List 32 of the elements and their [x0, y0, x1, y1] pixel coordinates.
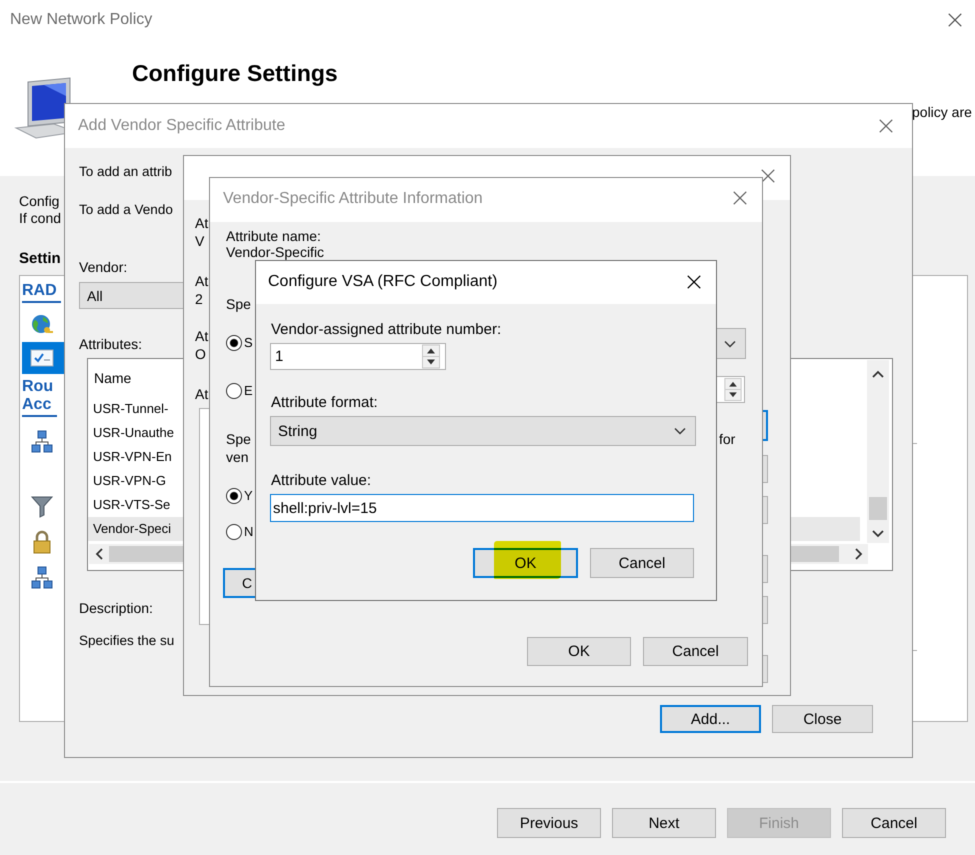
field-label: ven	[226, 448, 249, 466]
radio-label: S	[244, 334, 253, 352]
field-label: Attribute name:	[226, 228, 321, 244]
page-heading: Configure Settings	[132, 59, 338, 87]
radio-label: N	[244, 523, 254, 541]
description-text: policy are	[912, 103, 972, 121]
radio-label: E	[244, 382, 253, 400]
field-label: At	[195, 385, 208, 403]
intro-text: If cond	[19, 209, 62, 227]
field-label: Vendor:	[79, 258, 128, 276]
dialog-title: Add Vendor Specific Attribute	[78, 117, 286, 135]
field-label: Vendor-assigned attribute number:	[271, 321, 502, 339]
intro-text: Config	[19, 192, 60, 210]
field-label: for	[719, 430, 736, 448]
description-text: Specifies the su	[79, 632, 174, 650]
field-label: Spe	[226, 430, 251, 448]
window-title: New Network Policy	[10, 11, 152, 29]
radio-label: Y	[244, 487, 253, 505]
field-label: At V	[195, 214, 208, 250]
field-label: Attribute format:	[271, 394, 378, 412]
field-label: Description:	[79, 599, 153, 617]
instruction-text: To add an attrib	[79, 163, 172, 181]
instruction-text: To add a Vendo	[79, 201, 173, 219]
dialog-title: Vendor-Specific Attribute Information	[223, 190, 483, 208]
attribute-name-value: Vendor-Specific	[226, 244, 324, 260]
field-label: At O	[195, 327, 208, 363]
section-label: Settin	[19, 250, 61, 268]
field-label: Attribute value:	[271, 472, 372, 490]
dialog-title: Configure VSA (RFC Compliant)	[268, 273, 498, 291]
field-label: Attributes:	[79, 335, 142, 353]
field-label: Spe	[226, 295, 251, 313]
field-label: At 2	[195, 272, 208, 308]
